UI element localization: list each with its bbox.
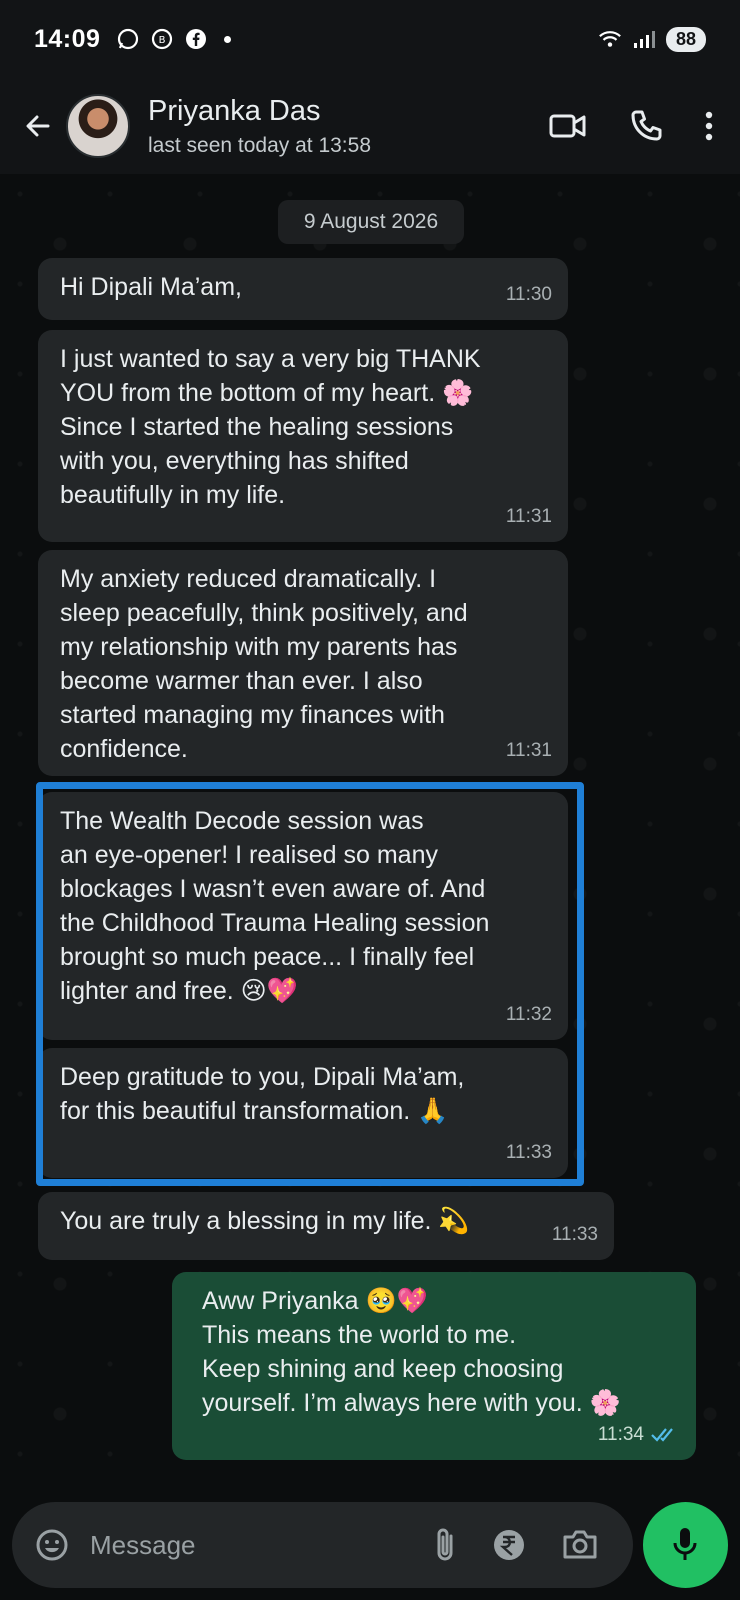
svg-text:B: B: [159, 35, 166, 46]
message-text: My anxiety reduced dramatically. I sleep…: [60, 565, 468, 763]
status-bar: 14:09 B 88: [0, 0, 740, 78]
message-time: 11:32: [505, 1004, 552, 1025]
voice-message-button[interactable]: [642, 1502, 728, 1588]
read-ticks-icon: [651, 1428, 673, 1442]
date-chip: 9 August 2026: [278, 200, 464, 244]
message-text: Hi Dipali Ma’am,: [60, 273, 242, 301]
status-system-icons: 88: [598, 26, 706, 52]
notification-dot: [224, 35, 232, 43]
attach-icon: [437, 1528, 453, 1561]
whatsapp-business-icon: B: [150, 27, 174, 51]
message-bubble-incoming[interactable]: Hi Dipali Ma’am, 11:30: [38, 258, 568, 320]
header-actions: [548, 108, 724, 144]
whatsapp-icon: [116, 27, 140, 51]
message-text: Aww Priyanka 🥹💖 This means the world to …: [202, 1287, 621, 1417]
arrow-left-icon: [26, 115, 50, 137]
signal-icon: [632, 27, 656, 51]
message-text: The Wealth Decode session was an eye-ope…: [60, 807, 490, 1005]
chat-area[interactable]: 9 August 2026 Hi Dipali Ma’am, 11:30 I j…: [0, 174, 740, 1490]
message-time: 11:30: [505, 284, 552, 305]
message-bubble-incoming[interactable]: My anxiety reduced dramatically. I sleep…: [38, 550, 568, 776]
message-time: 11:33: [505, 1142, 552, 1163]
message-text: I just wanted to say a very big THANK YO…: [60, 345, 481, 509]
rupee-payment-icon: [493, 1530, 524, 1560]
mic-icon: [673, 1528, 697, 1560]
contact-name: Priyanka Das: [148, 94, 321, 127]
status-notification-icons: B: [116, 27, 232, 51]
message-bubble-outgoing[interactable]: Aww Priyanka 🥹💖 This means the world to …: [172, 1272, 696, 1460]
camera-button[interactable]: [561, 1528, 599, 1562]
voice-call-button[interactable]: [628, 108, 664, 144]
composer-actions: [433, 1526, 599, 1564]
wifi-icon: [598, 27, 622, 51]
message-text: Deep gratitude to you, Dipali Ma’am, for…: [60, 1063, 465, 1125]
message-input-pill: [12, 1502, 633, 1588]
message-bubble-incoming[interactable]: Deep gratitude to you, Dipali Ma’am, for…: [38, 1048, 568, 1178]
message-bubble-incoming[interactable]: The Wealth Decode session was an eye-ope…: [38, 792, 568, 1040]
message-time: 11:31: [505, 740, 552, 761]
video-call-button[interactable]: [548, 111, 588, 141]
more-options-button[interactable]: [704, 110, 714, 142]
contact-info[interactable]: Priyanka Das last seen today at 13:58: [148, 95, 371, 158]
message-composer: [0, 1490, 740, 1600]
facebook-icon: [184, 27, 208, 51]
attach-button[interactable]: [433, 1526, 457, 1564]
message-input[interactable]: [90, 1529, 433, 1561]
payment-button[interactable]: [491, 1527, 527, 1563]
status-time: 14:09: [34, 24, 101, 53]
message-text: You are truly a blessing in my life. 💫: [60, 1207, 470, 1235]
message-time-with-status: 11:34: [598, 1418, 680, 1452]
camera-icon: [563, 1530, 597, 1559]
emoji-icon: [36, 1529, 68, 1561]
message-time: 11:33: [551, 1224, 598, 1245]
message-time: 11:31: [505, 506, 552, 527]
back-button[interactable]: [16, 104, 60, 148]
message-bubble-incoming[interactable]: You are truly a blessing in my life. 💫 1…: [38, 1192, 614, 1260]
message-bubble-incoming[interactable]: I just wanted to say a very big THANK YO…: [38, 330, 568, 542]
battery-icon: 88: [666, 26, 706, 52]
more-options-icon: [705, 111, 713, 141]
avatar[interactable]: [66, 94, 130, 158]
chat-header: Priyanka Das last seen today at 13:58: [0, 78, 740, 174]
video-call-icon: [549, 114, 586, 138]
voice-call-icon: [631, 110, 662, 141]
last-seen-status: last seen today at 13:58: [148, 133, 371, 157]
emoji-button[interactable]: [34, 1527, 70, 1563]
